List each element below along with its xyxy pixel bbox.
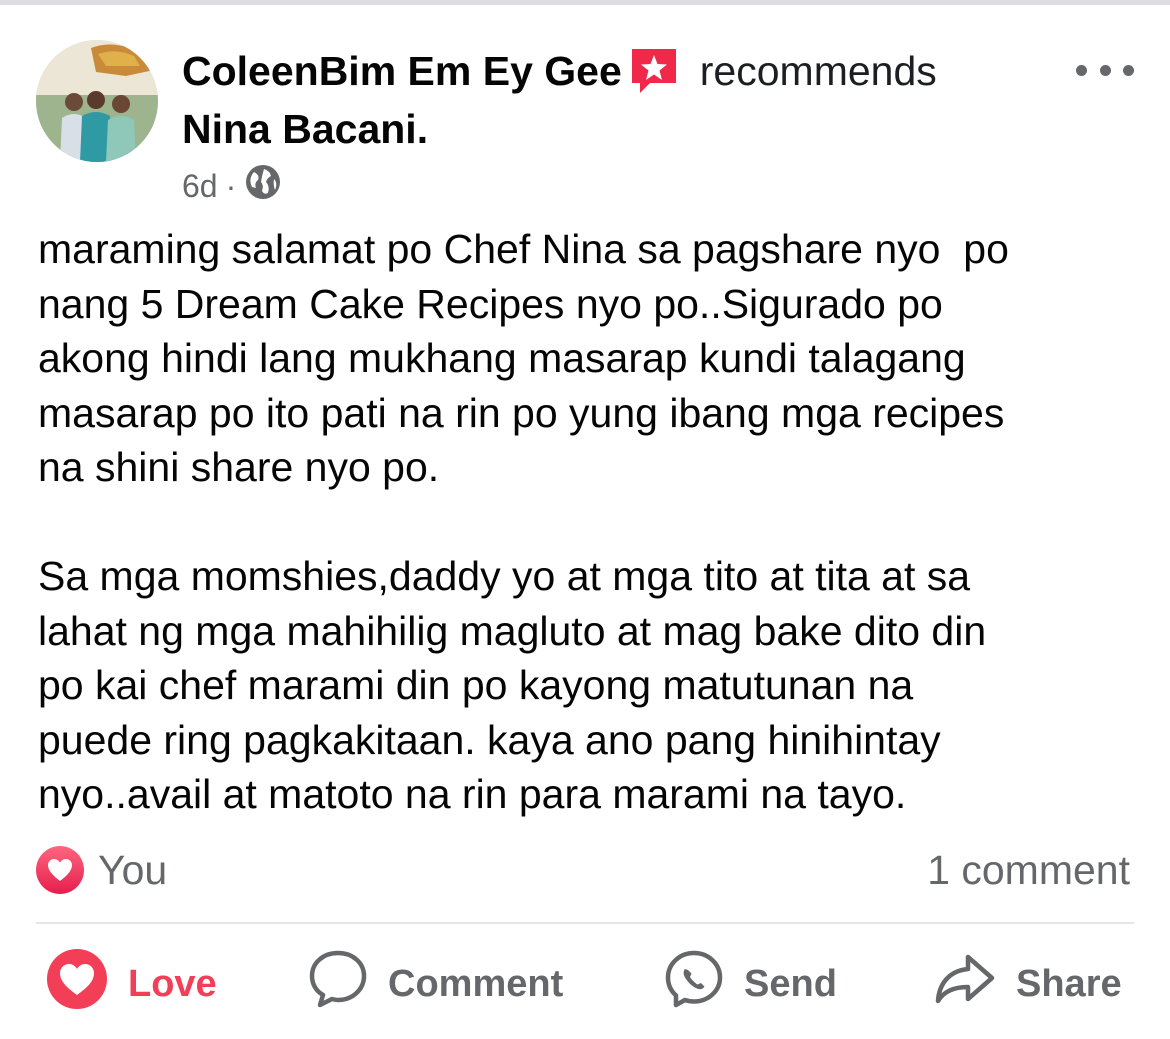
messenger-icon (664, 949, 744, 1019)
post-meta: 6d · (182, 163, 282, 209)
author-name[interactable]: ColeenBim Em Ey Gee (182, 48, 622, 95)
love-reaction-icon (36, 846, 84, 894)
comment-bubble-icon (308, 949, 388, 1019)
love-button[interactable]: Love (46, 948, 217, 1020)
send-button[interactable]: Send (664, 950, 837, 1018)
share-label: Share (1016, 962, 1122, 1005)
send-label: Send (744, 962, 837, 1005)
comment-label: Comment (388, 962, 564, 1005)
post-body-text: maraming salamat po Chef Nina sa pagshar… (38, 226, 1009, 817)
heart-icon (46, 948, 128, 1020)
author-avatar[interactable] (36, 40, 158, 162)
post-time[interactable]: 6d (182, 168, 218, 205)
reaction-summary[interactable]: You (36, 842, 167, 898)
recommends-label: recommends (699, 47, 937, 94)
share-arrow-icon (934, 953, 1016, 1015)
reactors-label: You (98, 846, 168, 893)
recommendation-star-icon (628, 45, 680, 97)
post-header: ColeenBim Em Ey Gee recommends (182, 46, 937, 96)
top-border (0, 0, 1170, 5)
comment-button[interactable]: Comment (308, 950, 563, 1018)
love-label: Love (128, 962, 217, 1005)
globe-icon (244, 163, 282, 209)
meta-separator: · (225, 167, 237, 204)
action-divider (36, 922, 1134, 924)
share-button[interactable]: Share (934, 950, 1122, 1018)
recommended-page-name[interactable]: Nina Bacani. (182, 106, 428, 153)
comment-count[interactable]: 1 comment (927, 842, 1130, 898)
more-options-icon[interactable] (1076, 52, 1134, 88)
